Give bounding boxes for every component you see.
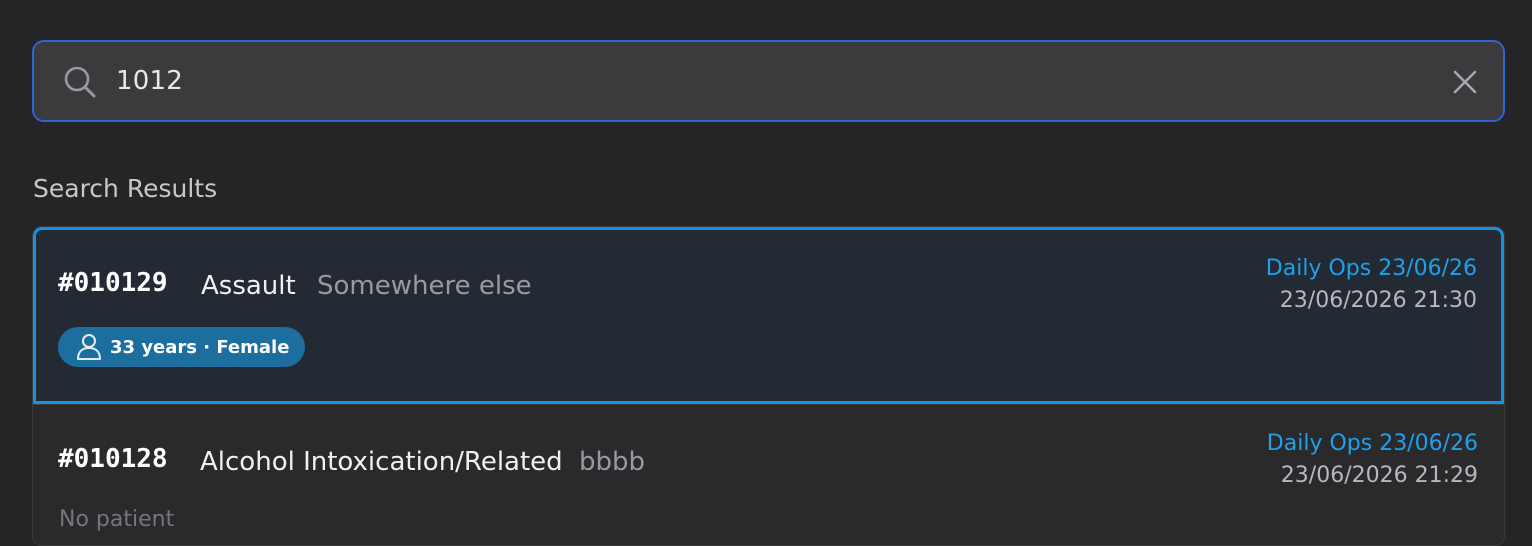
ops-link[interactable]: Daily Ops 23/06/26	[1267, 431, 1478, 456]
person-icon	[76, 333, 102, 361]
incident-id: #010129	[58, 268, 168, 298]
search-icon	[62, 64, 98, 100]
results-heading: Search Results	[33, 174, 218, 203]
patient-label: 33 years · Female	[110, 336, 290, 358]
patient-badge: 33 years · Female	[58, 327, 306, 367]
incident-time: 23/06/2026 21:29	[1280, 463, 1478, 488]
list-item[interactable]: #010128 Alcohol Intoxication/Related bbb…	[33, 404, 1504, 545]
incident-location: Somewhere else	[317, 271, 532, 301]
close-icon[interactable]	[1451, 68, 1479, 96]
ops-link[interactable]: Daily Ops 23/06/26	[1266, 256, 1477, 281]
incident-id: #010128	[58, 444, 168, 474]
incident-time: 23/06/2026 21:30	[1279, 288, 1477, 313]
search-box[interactable]: 1012	[32, 40, 1505, 122]
list-item[interactable]: #010129 Assault Somewhere else Daily Ops…	[33, 227, 1504, 404]
incident-type: Assault	[201, 271, 296, 301]
results-list: #010129 Assault Somewhere else Daily Ops…	[32, 226, 1505, 546]
incident-location: bbbb	[579, 447, 646, 477]
incident-type: Alcohol Intoxication/Related	[200, 447, 563, 477]
no-patient-label: No patient	[59, 507, 175, 532]
search-input[interactable]: 1012	[116, 66, 183, 96]
